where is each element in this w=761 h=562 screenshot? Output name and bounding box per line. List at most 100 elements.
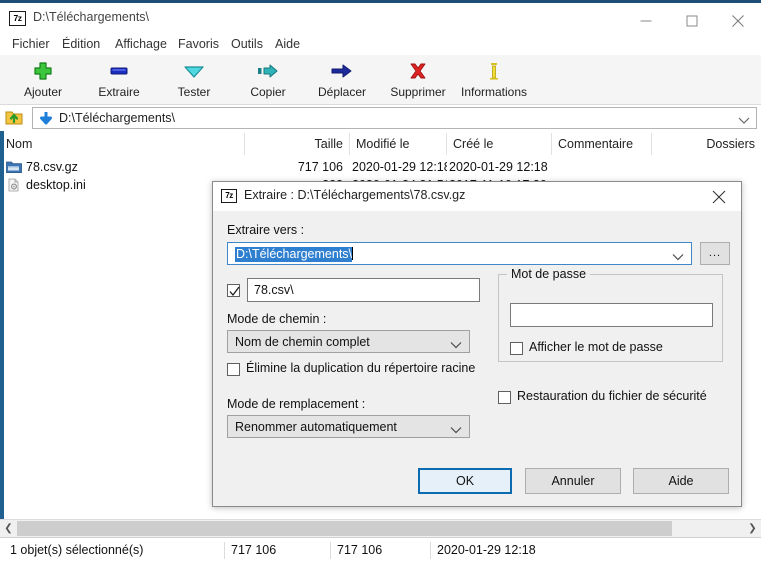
toolbar-button-extraire[interactable]: Extraire [88,57,150,102]
checkmark-icon [229,286,240,297]
menu-affichage[interactable]: Affichage [113,36,169,53]
file-size-cell: 717 106 [297,160,343,174]
folder-up-button[interactable] [4,108,26,129]
minimize-button[interactable] [623,6,669,36]
chevron-right-icon[interactable]: ❯ [744,520,761,537]
minimize-icon [640,20,652,22]
ini-file-icon [6,178,22,192]
archive-folder-icon [6,160,22,174]
7z-icon: 7z [9,11,26,26]
file-name-cell: 78.csv.gz [26,160,78,174]
dialog-close-button[interactable] [696,182,741,211]
toolbar-label-deplacer: Déplacer [317,85,367,99]
file-name-cell: desktop.ini [26,178,86,192]
dialog-title-bar: 7z Extraire : D:\Téléchargements\78.csv.… [213,182,741,211]
column-header-cree-le[interactable]: Créé le [447,133,552,155]
table-row[interactable]: 78.csv.gz 717 106 2020-01-29 12:18 2020-… [0,158,761,176]
restore-security-label: Restauration du fichier de sécurité [517,389,707,403]
toolbar-label-supprimer: Supprimer [390,85,446,99]
column-header-taille[interactable]: Taille [245,133,350,155]
subfolder-checkbox[interactable] [227,284,240,297]
toolbar-button-tester[interactable]: Tester [166,57,222,102]
password-input[interactable] [510,303,713,327]
toolbar-label-ajouter: Ajouter [23,85,63,99]
address-bar: D:\Téléchargements\ [0,105,761,131]
copy-arrow-icon [255,60,281,84]
help-button[interactable]: Aide [633,468,729,494]
toolbar-button-ajouter[interactable]: Ajouter [12,57,74,102]
show-password-checkbox[interactable] [510,342,523,355]
info-icon [481,60,507,84]
extract-to-value: D:\Téléchargements\ [235,246,354,262]
overwrite-mode-combo[interactable]: Renommer automatiquement [227,415,470,438]
menu-fichier[interactable]: Fichier [10,36,52,53]
extract-dialog: 7z Extraire : D:\Téléchargements\78.csv.… [212,181,742,507]
toolbar: Ajouter Extraire Tester Copier Déplacer … [0,55,761,105]
dedupe-label: Élimine la duplication du répertoire rac… [246,361,476,375]
browse-button[interactable]: ... [700,242,730,265]
column-header-nom[interactable]: Nom [0,133,245,155]
column-header-modifie-le[interactable]: Modifié le [350,133,447,155]
toolbar-button-supprimer[interactable]: Supprimer [382,57,454,102]
extract-icon [106,60,132,84]
show-password-label: Afficher le mot de passe [529,340,663,354]
file-modified-cell: 2020-01-29 12:18 [352,160,447,174]
password-group-label: Mot de passe [507,267,591,281]
toolbar-label-tester: Tester [177,85,211,99]
folder-up-icon [5,111,23,125]
file-created-cell: 2020-01-29 12:18 [449,160,548,174]
chevron-down-icon[interactable] [450,423,462,433]
horizontal-scrollbar[interactable]: ❮ ❯ [0,519,761,538]
toolbar-button-copier[interactable]: Copier [240,57,296,102]
status-selected-size: 717 106 [224,542,330,559]
subfolder-name-value: 78.csv\ [254,283,294,297]
test-chevron-icon [181,60,207,84]
scrollbar-thumb[interactable] [17,521,672,536]
delete-x-icon [405,60,431,84]
move-arrow-icon [329,60,355,84]
column-header-dossiers[interactable]: Dossiers [652,133,761,155]
menu-outils[interactable]: Outils [229,36,265,53]
status-selection-count: 1 objet(s) sélectionné(s) [10,543,144,557]
extract-to-label: Extraire vers : [227,223,305,237]
toolbar-label-copier: Copier [250,85,286,99]
overwrite-mode-label: Mode de remplacement : [227,397,366,411]
maximize-button[interactable] [669,6,715,36]
window-title: D:\Téléchargements\ [33,10,150,24]
plus-icon [30,60,56,84]
menu-aide[interactable]: Aide [273,36,302,53]
maximize-icon [686,15,698,27]
cancel-button[interactable]: Annuler [525,468,621,494]
path-mode-label: Mode de chemin : [227,312,327,326]
close-icon [712,190,725,203]
7z-icon: 7z [221,189,237,203]
toolbar-label-extraire: Extraire [98,85,140,99]
path-mode-value: Nom de chemin complet [235,334,370,349]
sevenzip-file-manager-window: 7z D:\Téléchargements\ Fichier Édition A… [0,0,761,562]
dialog-title: Extraire : D:\Téléchargements\78.csv.gz [244,188,466,202]
chevron-down-icon[interactable] [738,114,750,124]
address-combo[interactable]: D:\Téléchargements\ [32,107,757,129]
chevron-left-icon[interactable]: ❮ [0,520,17,537]
extract-to-combo[interactable]: D:\Téléchargements\ [227,242,692,265]
toolbar-button-deplacer[interactable]: Déplacer [308,57,376,102]
toolbar-label-informations: Informations [460,85,528,99]
status-timestamp: 2020-01-29 12:18 [430,542,590,559]
close-button[interactable] [715,6,761,36]
column-header-commentaire[interactable]: Commentaire [552,133,652,155]
chevron-down-icon[interactable] [672,250,684,260]
column-header-row: Nom Taille Modifié le Créé le Commentair… [0,133,761,157]
close-icon [732,15,744,27]
menu-edition[interactable]: Édition [60,36,102,53]
chevron-down-icon[interactable] [450,338,462,348]
toolbar-button-informations[interactable]: Informations [452,57,536,102]
address-path-text: D:\Téléchargements\ [59,111,176,125]
menu-favoris[interactable]: Favoris [176,36,221,53]
restore-security-checkbox[interactable] [498,391,511,404]
path-mode-combo[interactable]: Nom de chemin complet [227,330,470,353]
ok-button[interactable]: OK [418,468,512,494]
subfolder-name-input[interactable]: 78.csv\ [247,278,480,302]
dedupe-checkbox[interactable] [227,363,240,376]
drive-down-arrow-icon [39,111,53,125]
dialog-body: Extraire vers : D:\Téléchargements\ ... … [213,211,741,506]
